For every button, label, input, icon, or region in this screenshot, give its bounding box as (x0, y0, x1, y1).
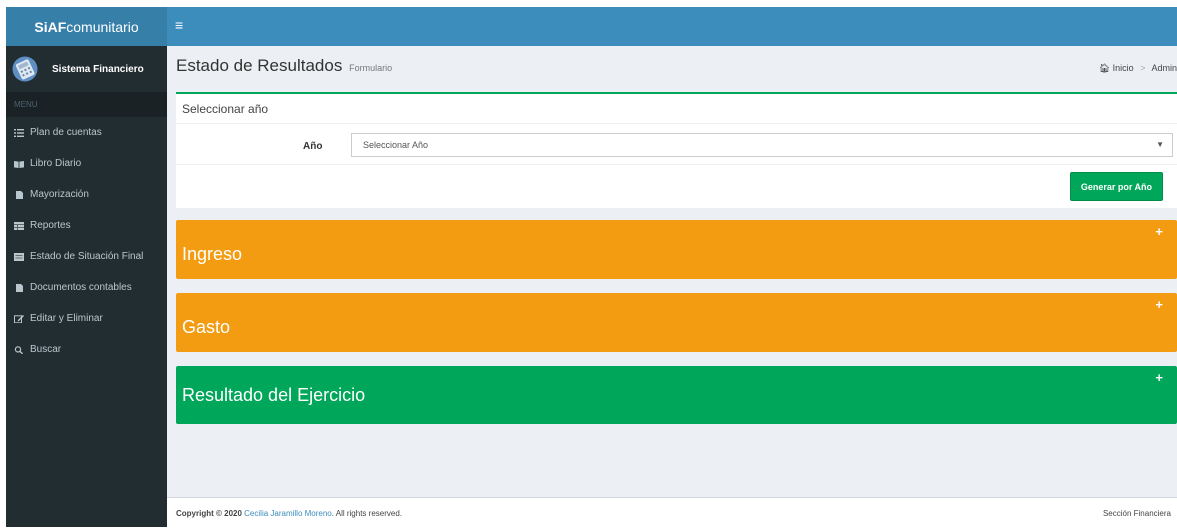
panel-title: Resultado del Ejercicio (182, 385, 366, 405)
sidebar-item-label: Editar y Eliminar (30, 313, 103, 324)
home-icon: 🏠︎ (1098, 63, 1111, 73)
list-icon (14, 128, 24, 137)
panel-gasto: Gasto + (176, 293, 1177, 352)
year-select[interactable]: Seleccionar Año ▼ (351, 133, 1173, 157)
copyright-rights: . All rights reserved. (331, 509, 402, 518)
sidebar-item-mayorizacion[interactable]: Mayorización (6, 179, 167, 210)
top-navbar: ≡ (167, 7, 1177, 46)
search-icon (14, 345, 23, 354)
breadcrumb-home[interactable]: Inicio (1113, 63, 1134, 73)
book-icon (14, 160, 24, 168)
table-icon (14, 221, 24, 230)
copyright-prefix: Copyright © 2020 (176, 509, 242, 518)
caret-down-icon: ▼ (1156, 140, 1164, 149)
app-window: SiAF comunitario ≡ Sistema Financiero MEN… (6, 7, 1177, 528)
generate-by-year-button[interactable]: Generar por Año (1069, 172, 1163, 201)
sidebar-item-documentos-contables[interactable]: Documentos contables (6, 272, 167, 303)
footer-section: Sección Financiera (1102, 509, 1171, 518)
page-title: Estado de Resultados (176, 56, 343, 75)
sidebar-item-label: Plan de cuentas (30, 127, 102, 138)
year-form-row: Año Seleccionar Año ▼ (176, 132, 1177, 160)
year-select-value: Seleccionar Año (363, 140, 429, 150)
report-icon (14, 252, 24, 261)
plus-icon[interactable]: + (1155, 224, 1163, 239)
bars-icon[interactable]: ≡ (175, 18, 183, 32)
brand-logo[interactable]: SiAF comunitario (6, 7, 167, 46)
author-link[interactable]: Cecilia Jaramillo Moreno (244, 509, 332, 518)
year-form-box: Seleccionar año Año Seleccionar Año ▼ Ge… (176, 92, 1177, 208)
breadcrumb: 🏠︎ Inicio > Admin (1099, 63, 1177, 74)
plus-icon[interactable]: + (1155, 297, 1163, 312)
sidebar: Sistema Financiero MENU Plan de cuentas … (6, 46, 167, 527)
sidebar-item-libro-diario[interactable]: Libro Diario (6, 148, 167, 179)
breadcrumb-separator: > (1140, 63, 1146, 73)
menu-header: MENU (6, 92, 167, 117)
box-title: Seleccionar año (176, 94, 1177, 124)
sidebar-item-label: Buscar (30, 344, 62, 355)
sidebar-item-label: Estado de Situación Final (30, 251, 144, 262)
sidebar-item-editar-eliminar[interactable]: Editar y Eliminar (6, 303, 167, 334)
plus-icon[interactable]: + (1155, 370, 1163, 385)
divider (176, 164, 1177, 165)
user-panel: Sistema Financiero (6, 46, 167, 92)
sidebar-item-plan-de-cuentas[interactable]: Plan de cuentas (6, 117, 167, 148)
file-icon (16, 190, 23, 199)
sidebar-item-buscar[interactable]: Buscar (6, 334, 167, 365)
brand-bold: SiAF (34, 18, 67, 35)
calculator-icon (12, 56, 38, 82)
sidebar-item-label: Mayorización (30, 189, 89, 200)
sidebar-item-label: Reportes (30, 220, 71, 231)
panel-title: Ingreso (182, 244, 243, 264)
year-label: Año (303, 141, 323, 152)
document-icon (16, 283, 23, 292)
page-subtitle: Formulario (349, 63, 393, 73)
page-header: Estado de Resultados Formulario (176, 56, 392, 76)
edit-icon (14, 314, 24, 323)
sidebar-item-label: Libro Diario (30, 158, 82, 169)
sidebar-item-label: Documentos contables (30, 282, 132, 293)
footer: Copyright © 2020 Cecilia Jaramillo Moren… (167, 497, 1177, 528)
panel-title: Gasto (182, 317, 231, 337)
brand-rest: comunitario (66, 18, 139, 35)
main-content: Estado de Resultados Formulario 🏠︎ Inici… (167, 46, 1177, 527)
panel-ingreso: Ingreso + (176, 220, 1177, 279)
breadcrumb-current: Admin (1151, 63, 1177, 73)
panel-resultado-ejercicio: Resultado del Ejercicio + (176, 366, 1177, 424)
sidebar-item-reportes[interactable]: Reportes (6, 210, 167, 241)
sidebar-item-estado-situacion-final[interactable]: Estado de Situación Final (6, 241, 167, 272)
copyright: Copyright © 2020 Cecilia Jaramillo Moren… (176, 509, 402, 518)
user-name: Sistema Financiero (52, 63, 144, 75)
